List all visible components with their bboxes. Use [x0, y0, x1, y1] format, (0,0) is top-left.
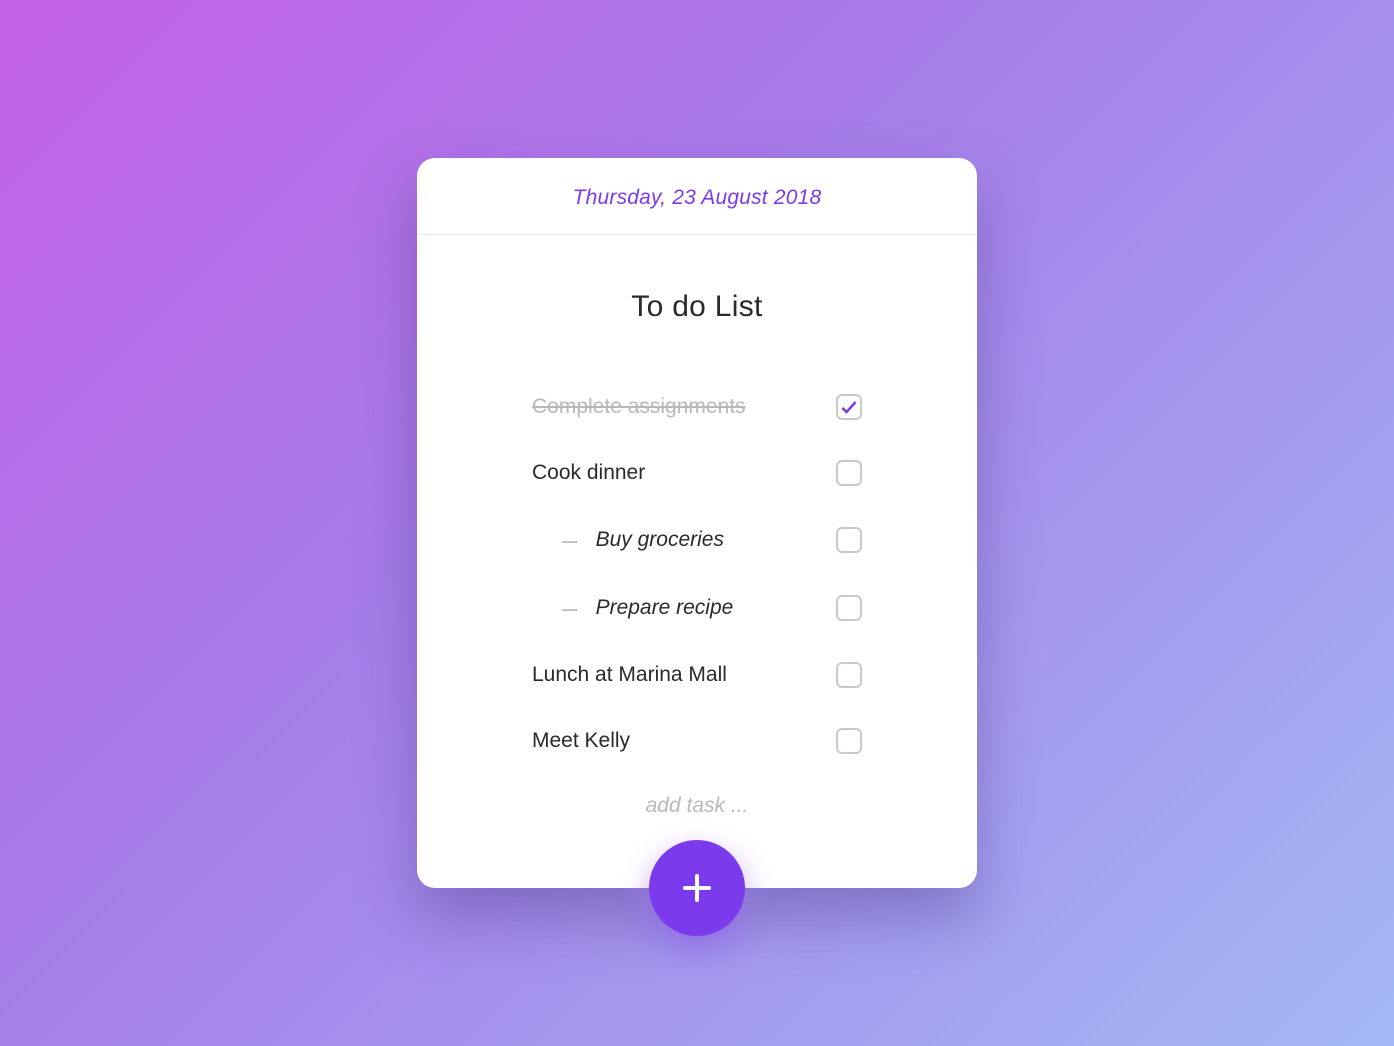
task-row: Lunch at Marina Mall: [532, 662, 862, 688]
task-label: Meet Kelly: [532, 729, 630, 753]
task-label: Cook dinner: [532, 461, 645, 485]
task-checkbox[interactable]: [836, 460, 862, 486]
task-checkbox[interactable]: [836, 728, 862, 754]
task-list: Complete assignments Cook dinner – Buy g…: [417, 394, 977, 818]
card-title: To do List: [417, 290, 977, 324]
check-icon: [839, 397, 859, 417]
subtask-checkbox[interactable]: [836, 595, 862, 621]
task-label: Complete assignments: [532, 395, 746, 419]
task-row: Complete assignments: [532, 394, 862, 420]
add-task-button[interactable]: [649, 840, 745, 936]
dash-icon: –: [562, 526, 578, 554]
header-date: Thursday, 23 August 2018: [437, 186, 957, 210]
todo-card: Thursday, 23 August 2018 To do List Comp…: [417, 158, 977, 888]
task-row: Meet Kelly: [532, 728, 862, 754]
subtask-label: Prepare recipe: [596, 596, 734, 620]
plus-icon: [677, 868, 717, 908]
card-header: Thursday, 23 August 2018: [417, 158, 977, 235]
task-label: Lunch at Marina Mall: [532, 663, 727, 687]
subtask-left: – Prepare recipe: [562, 594, 733, 622]
add-task-input[interactable]: add task ...: [532, 794, 862, 818]
task-checkbox[interactable]: [836, 662, 862, 688]
task-row: Cook dinner: [532, 460, 862, 486]
dash-icon: –: [562, 594, 578, 622]
task-checkbox[interactable]: [836, 394, 862, 420]
subtask-row: – Buy groceries: [532, 526, 862, 554]
subtask-row: – Prepare recipe: [532, 594, 862, 622]
subtask-left: – Buy groceries: [562, 526, 724, 554]
subtask-checkbox[interactable]: [836, 527, 862, 553]
subtask-label: Buy groceries: [596, 528, 724, 552]
